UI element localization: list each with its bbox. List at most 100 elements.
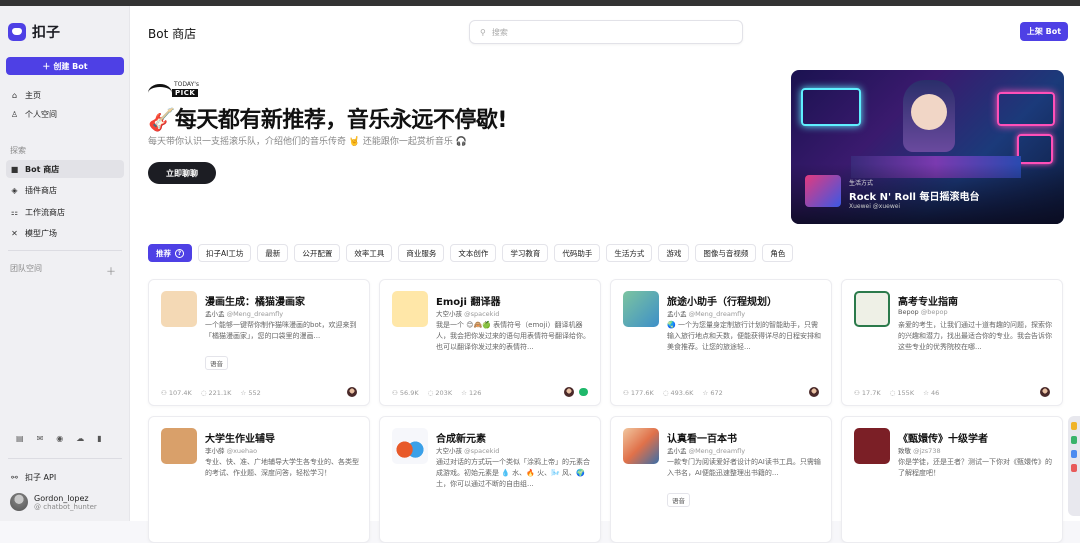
bot-card[interactable]: 《甄嬛传》十级学者 致敬 @jzs738 你是学徒，还是王者？测试一下你对《甄嬛… <box>841 416 1063 543</box>
favorites-stat: ☆ 552 <box>240 389 261 397</box>
tab-business[interactable]: 商业服务 <box>398 244 445 262</box>
sidebar-item-model-plaza[interactable]: ✕ 模型广场 <box>6 224 124 242</box>
user-handle: @ chatbot_hunter <box>34 502 97 511</box>
users-stat: ⚇ 107.4K <box>161 389 192 397</box>
bot-avatar-emoji-icon <box>392 291 428 327</box>
search-input[interactable]: ⚲ 搜索 <box>469 20 743 44</box>
stats-icon[interactable]: ▮ <box>97 434 101 443</box>
author-handle: @xuehao <box>226 447 258 455</box>
mail-icon[interactable]: ✉ <box>37 434 44 443</box>
help-icon[interactable]: ◉ <box>56 434 63 443</box>
publish-bot-button[interactable]: 上架 Bot <box>1020 22 1068 41</box>
tab-lifestyle[interactable]: 生活方式 <box>606 244 653 262</box>
chats-stat: ◌ 493.6K <box>662 389 694 397</box>
app-logo[interactable]: 扣子 <box>8 22 60 42</box>
neon-sign-right <box>997 92 1055 126</box>
users-count: 177.6K <box>630 389 654 397</box>
chats-stat: ◌ 221.1K <box>200 389 232 397</box>
explore-section-label: 探索 <box>10 146 26 155</box>
document-icon[interactable]: ▤ <box>16 434 24 443</box>
user-profile[interactable]: Gordon_lopez @ chatbot_hunter <box>10 493 97 511</box>
sidebar-item-label: 扣子 API <box>25 472 57 482</box>
bot-card[interactable]: Emoji 翻译器 大空小孩 @spacekid 我是一个 😊🙈🍏 表情符号（e… <box>379 279 601 406</box>
bot-icon: ■ <box>10 164 19 174</box>
bot-title: 大学生作业辅导 <box>205 434 275 445</box>
creator-avatar <box>564 387 574 397</box>
divider <box>8 458 122 459</box>
bot-card[interactable]: 旅途小助手（行程规划） 孟小孟 @Meng_dreamfly 🌏 一个为您量身定… <box>610 279 832 406</box>
team-space-label: 团队空间 <box>10 264 42 273</box>
tab-games[interactable]: 游戏 <box>658 244 690 262</box>
sidebar-item-workflow-store[interactable]: ⚏ 工作流商店 <box>6 203 124 221</box>
sidebar-item-home[interactable]: ⌂ 主页 <box>6 86 124 104</box>
bot-description: 亲爱的考生，让我们通过十道有趣的问题，探索你的兴趣和潜力，找出最适合你的专业。我… <box>898 321 1052 351</box>
author-name: 李小薛 <box>205 447 225 455</box>
tab-productivity[interactable]: 效率工具 <box>346 244 393 262</box>
hero-title: 🎸每天都有新推荐，音乐永远不停歇! <box>148 108 507 133</box>
tab-roles[interactable]: 角色 <box>762 244 794 262</box>
community-icon[interactable]: ☁ <box>76 434 84 443</box>
create-bot-button[interactable]: ＋ 创建 Bot <box>6 57 124 75</box>
search-icon: ⚲ <box>480 27 486 37</box>
tab-writing[interactable]: 文本创作 <box>450 244 497 262</box>
chat-now-button[interactable]: 立即聊聊 <box>148 162 216 184</box>
pick-badge-top: TODAY's <box>174 81 199 88</box>
users-stat: ⚇ 177.6K <box>623 389 654 397</box>
bot-card[interactable]: 高考专业指南 Bepop @bepop 亲爱的考生，让我们通过十道有趣的问题，探… <box>841 279 1063 406</box>
chats-stat: ◌ 155K <box>889 389 915 397</box>
bot-description: 一款专门为阅读爱好者设计的AI读书工具。只需输入书名，AI便能迅速整理出书籍的.… <box>667 458 821 477</box>
favorites-stat: ☆ 126 <box>461 389 482 397</box>
bot-avatar-travel-icon <box>623 291 659 327</box>
main-content: Bot 商店 ⚲ 搜索 上架 Bot TODAY's PICK 🎸每天都有新推荐… <box>130 6 1080 543</box>
link-icon: ⚯ <box>11 472 18 482</box>
floating-toolbar[interactable] <box>1068 416 1080 516</box>
banner-author: Xuewei @xuewei <box>849 203 901 210</box>
tab-education[interactable]: 学习教育 <box>502 244 549 262</box>
person-icon: ♙ <box>10 109 19 119</box>
author-handle: @Meng_dreamfly <box>226 310 284 318</box>
tab-ai-workshop[interactable]: 扣子AI工坊 <box>198 244 252 262</box>
bot-avatar-elements-icon <box>392 428 428 464</box>
pick-badge: PICK <box>172 89 199 97</box>
tab-code[interactable]: 代码助手 <box>554 244 601 262</box>
bot-author: 致敬 @jzs738 <box>898 445 941 455</box>
bot-author: 孟小孟 @Meng_dreamfly <box>667 445 745 455</box>
sidebar-item-bot-store[interactable]: ■ Bot 商店 <box>6 160 124 178</box>
bot-card[interactable]: 大学生作业辅导 李小薛 @xuehao 专业、快、准、广地辅导大学生各专业的、各… <box>148 416 370 543</box>
users-stat: ⚇ 56.9K <box>392 389 419 397</box>
creator-avatar <box>347 387 357 397</box>
users-count: 17.7K <box>861 389 881 397</box>
tab-latest[interactable]: 最新 <box>257 244 289 262</box>
utility-icons-row: ▤ ✉ ◉ ☁ ▮ <box>16 434 102 443</box>
creator-avatar <box>809 387 819 397</box>
create-bot-label: 创建 Bot <box>53 61 88 71</box>
sidebar-item-plugin-store[interactable]: ◈ 插件商店 <box>6 181 124 199</box>
sidebar-item-personal-space[interactable]: ♙ 个人空间 <box>6 105 124 123</box>
tab-media[interactable]: 图像与音视频 <box>695 244 757 262</box>
users-count: 56.9K <box>399 389 419 397</box>
featured-bot-banner[interactable]: 生活方式 Rock N' Roll 每日摇滚电台 Xuewei @xuewei <box>791 70 1064 224</box>
author-handle: @spacekid <box>464 310 500 318</box>
bot-title: 合成新元素 <box>436 434 486 445</box>
sidebar: 扣子 ＋ 创建 Bot ⌂ 主页 ♙ 个人空间 探索 ■ Bot 商店 ◈ 插件… <box>0 6 130 521</box>
tab-public-config[interactable]: 公开配置 <box>294 244 341 262</box>
sidebar-item-api[interactable]: ⚯ 扣子 API <box>6 468 124 486</box>
author-handle: @jzs738 <box>913 447 941 455</box>
bot-stats: ⚇ 56.9K ◌ 203K ☆ 126 <box>392 389 481 397</box>
bot-card[interactable]: 认真看一百本书 孟小孟 @Meng_dreamfly 一款专门为阅读爱好者设计的… <box>610 416 832 543</box>
bot-card[interactable]: 合成新元素 大空小孩 @spacekid 通过对话的方式玩一个类似「涂鸦上帝」的… <box>379 416 601 543</box>
neon-sign-left <box>801 88 861 126</box>
toolbar-icon <box>1071 464 1077 472</box>
sidebar-item-label: Bot 商店 <box>25 164 60 174</box>
tab-recommend[interactable]: 推荐 ? <box>148 244 192 262</box>
add-team-icon[interactable]: ＋ <box>106 263 116 278</box>
bot-author: 大空小孩 @spacekid <box>436 308 499 318</box>
bot-description: 通过对话的方式玩一个类似「涂鸦上帝」的元素合成游戏。初始元素是 💧 水、🔥 火、… <box>436 458 590 488</box>
tab-label: 推荐 <box>156 248 171 258</box>
neon-sign-r <box>1017 134 1053 164</box>
sidebar-item-label: 工作流商店 <box>25 207 65 217</box>
bot-stats: ⚇ 107.4K ◌ 221.1K ☆ 552 <box>161 389 261 397</box>
bot-author: 孟小孟 @Meng_dreamfly <box>205 308 283 318</box>
bot-card[interactable]: 漫画生成：橘猫漫画家 孟小孟 @Meng_dreamfly 一个能够一键帮你制作… <box>148 279 370 406</box>
pick-arc-icon <box>148 84 172 102</box>
